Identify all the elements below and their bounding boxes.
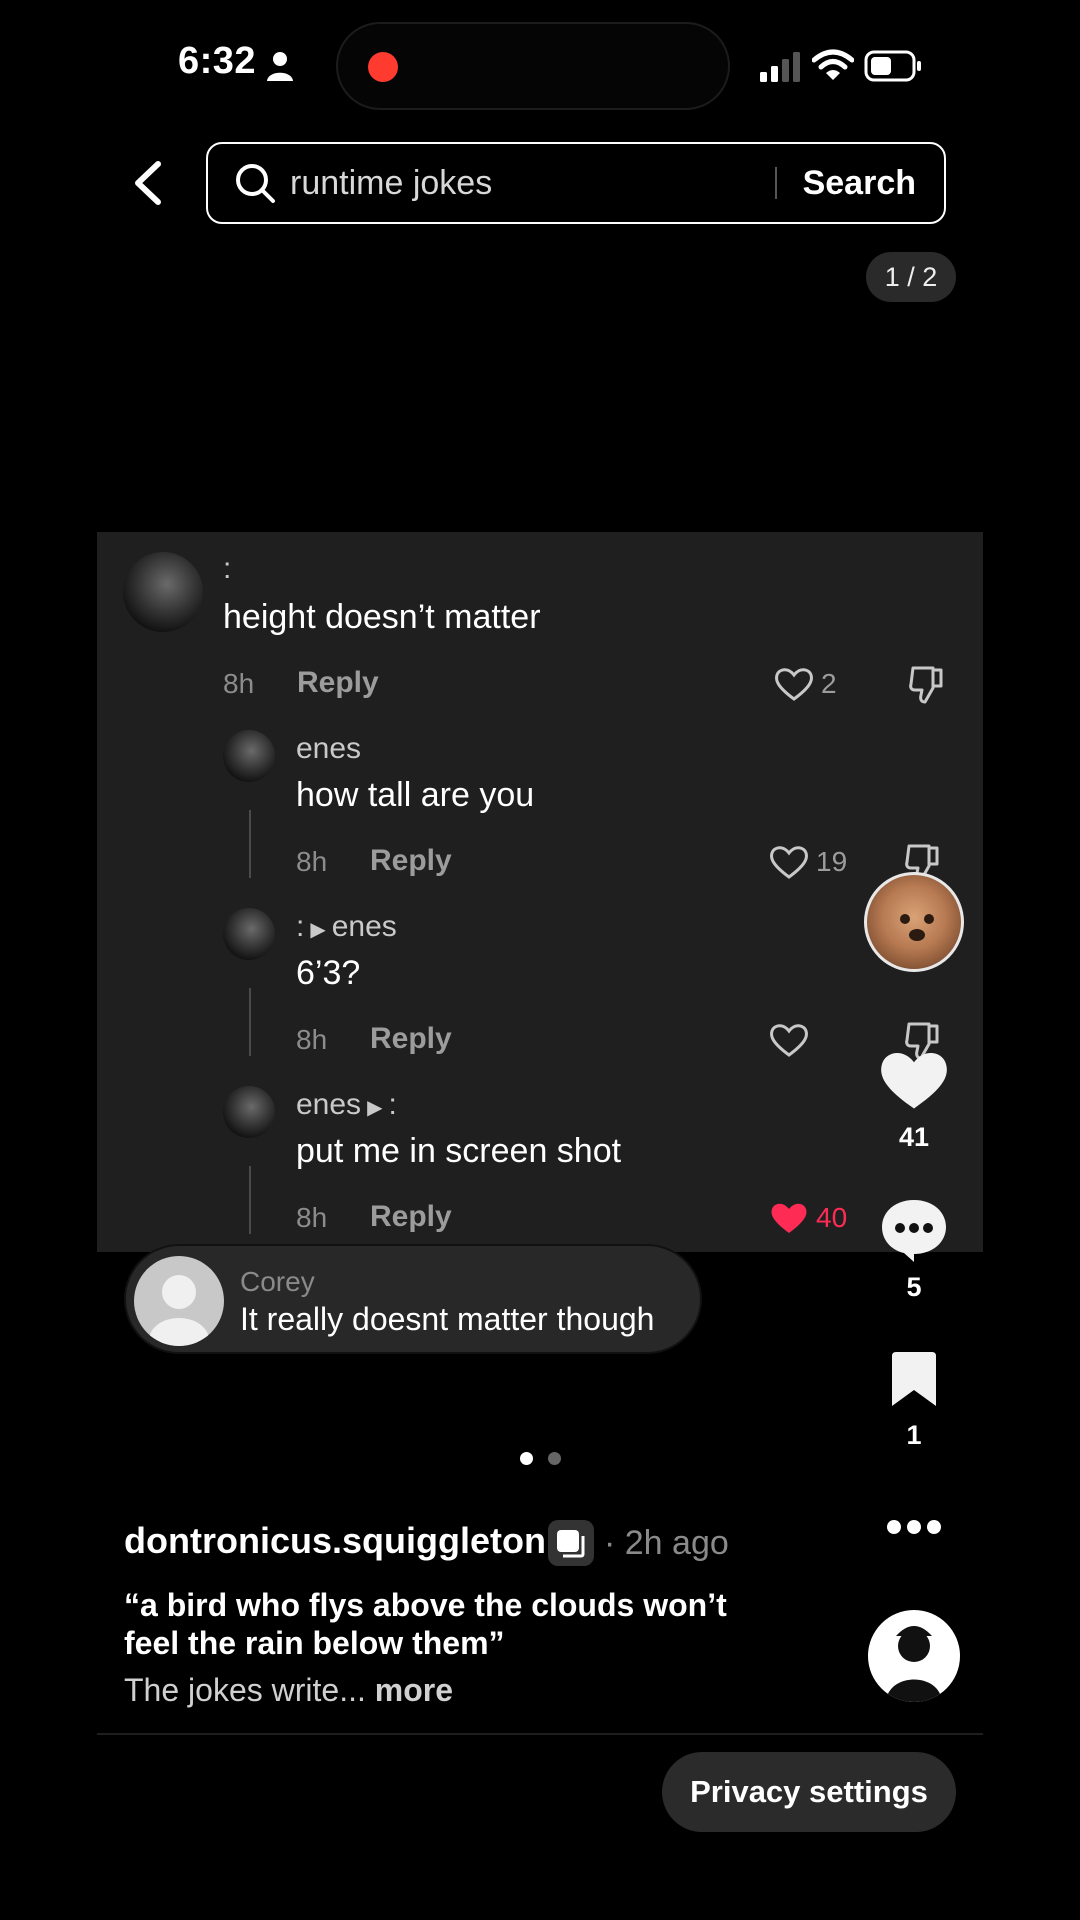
heart-filled-icon[interactable]: [769, 1200, 809, 1236]
like-heart-icon[interactable]: [878, 1048, 950, 1112]
dislike-icon[interactable]: [907, 664, 947, 706]
page-counter: 1 / 2: [866, 252, 956, 302]
reply-to: :: [388, 1088, 397, 1121]
carousel-dot-active: [520, 1452, 533, 1465]
thread-line: [249, 810, 251, 878]
battery-icon: [864, 50, 921, 82]
privacy-settings-button[interactable]: Privacy settings: [662, 1752, 956, 1832]
comment-text: put me in screen shot: [296, 1132, 622, 1170]
avatar[interactable]: [223, 1086, 275, 1138]
comment-count: 5: [906, 1272, 922, 1302]
avatar[interactable]: [223, 730, 275, 782]
reply-arrow-icon: ▶: [367, 1097, 383, 1119]
reply-to: enes: [331, 910, 397, 943]
comment-time: 8h: [296, 1202, 328, 1233]
reply-button[interactable]: Reply: [370, 1022, 452, 1056]
comment-username: : ▶ enes: [296, 910, 397, 944]
toast-text: It really doesnt matter though: [240, 1301, 655, 1337]
post-time: · 2h ago: [604, 1524, 729, 1562]
divider: [97, 1733, 983, 1735]
avatar[interactable]: [123, 552, 203, 632]
like-count: 41: [898, 1122, 930, 1152]
reply-arrow-icon: ▶: [310, 919, 326, 941]
default-avatar-icon: [134, 1256, 224, 1346]
photo-mode-icon: [548, 1520, 594, 1566]
comment-username: :: [223, 552, 232, 585]
like-count: 2: [821, 668, 837, 699]
heart-outline-icon[interactable]: [774, 666, 814, 702]
comment-card: : height doesn’t matter 8h Reply 2 enes …: [97, 532, 983, 1252]
creator-avatar[interactable]: [864, 872, 964, 972]
save-count: 1: [906, 1420, 922, 1450]
comment-username: enes ▶:: [296, 1088, 397, 1122]
heart-outline-icon[interactable]: [769, 844, 809, 880]
comment-text: height doesn’t matter: [223, 598, 541, 636]
recording-indicator-icon: [368, 52, 398, 82]
comment-time: 8h: [296, 1024, 328, 1055]
avatar[interactable]: [223, 908, 275, 960]
heart-outline-icon[interactable]: [769, 1022, 809, 1058]
comment-bubble-icon[interactable]: [878, 1196, 950, 1264]
caption-title: “a bird who flys above the clouds won’t …: [124, 1587, 727, 1661]
status-time: 6:32: [178, 40, 257, 82]
reply-from: :: [296, 910, 305, 943]
reply-button[interactable]: Reply: [297, 666, 379, 700]
person-icon: [267, 52, 293, 81]
reply-from: enes: [296, 1088, 362, 1121]
back-arrow-icon[interactable]: [126, 158, 170, 208]
toast-username: Corey: [240, 1266, 315, 1297]
cellular-signal-icon: [760, 52, 800, 82]
wifi-icon: [812, 49, 854, 80]
comment-username: enes: [296, 732, 362, 765]
reply-button[interactable]: Reply: [370, 844, 452, 878]
more-link[interactable]: more: [375, 1672, 453, 1708]
comment-time: 8h: [223, 668, 255, 699]
bookmark-icon[interactable]: [888, 1350, 940, 1408]
like-count: 40: [816, 1202, 848, 1233]
comment-time: 8h: [296, 846, 328, 877]
comment-text: how tall are you: [296, 776, 535, 814]
reply-button[interactable]: Reply: [370, 1200, 452, 1234]
search-divider: [774, 167, 777, 199]
like-count: 19: [816, 846, 848, 877]
more-options-icon[interactable]: [886, 1518, 942, 1536]
profile-avatar[interactable]: [868, 1610, 960, 1702]
search-query[interactable]: runtime jokes: [290, 164, 775, 203]
search-button[interactable]: Search: [803, 164, 916, 203]
thread-line: [249, 1166, 251, 1234]
search-icon: [236, 164, 275, 203]
carousel-dot: [548, 1452, 561, 1465]
dynamic-island: [336, 22, 730, 110]
caption-text: The jokes write...: [124, 1672, 366, 1708]
comment-text: 6’3?: [296, 954, 361, 992]
post-author[interactable]: dontronicus.squiggleton: [124, 1520, 546, 1562]
caption-body[interactable]: The jokes write... more: [124, 1672, 453, 1709]
search-input[interactable]: runtime jokes Search: [206, 142, 946, 224]
thread-line: [249, 988, 251, 1056]
comment-toast[interactable]: Corey It really doesnt matter though: [124, 1244, 702, 1354]
